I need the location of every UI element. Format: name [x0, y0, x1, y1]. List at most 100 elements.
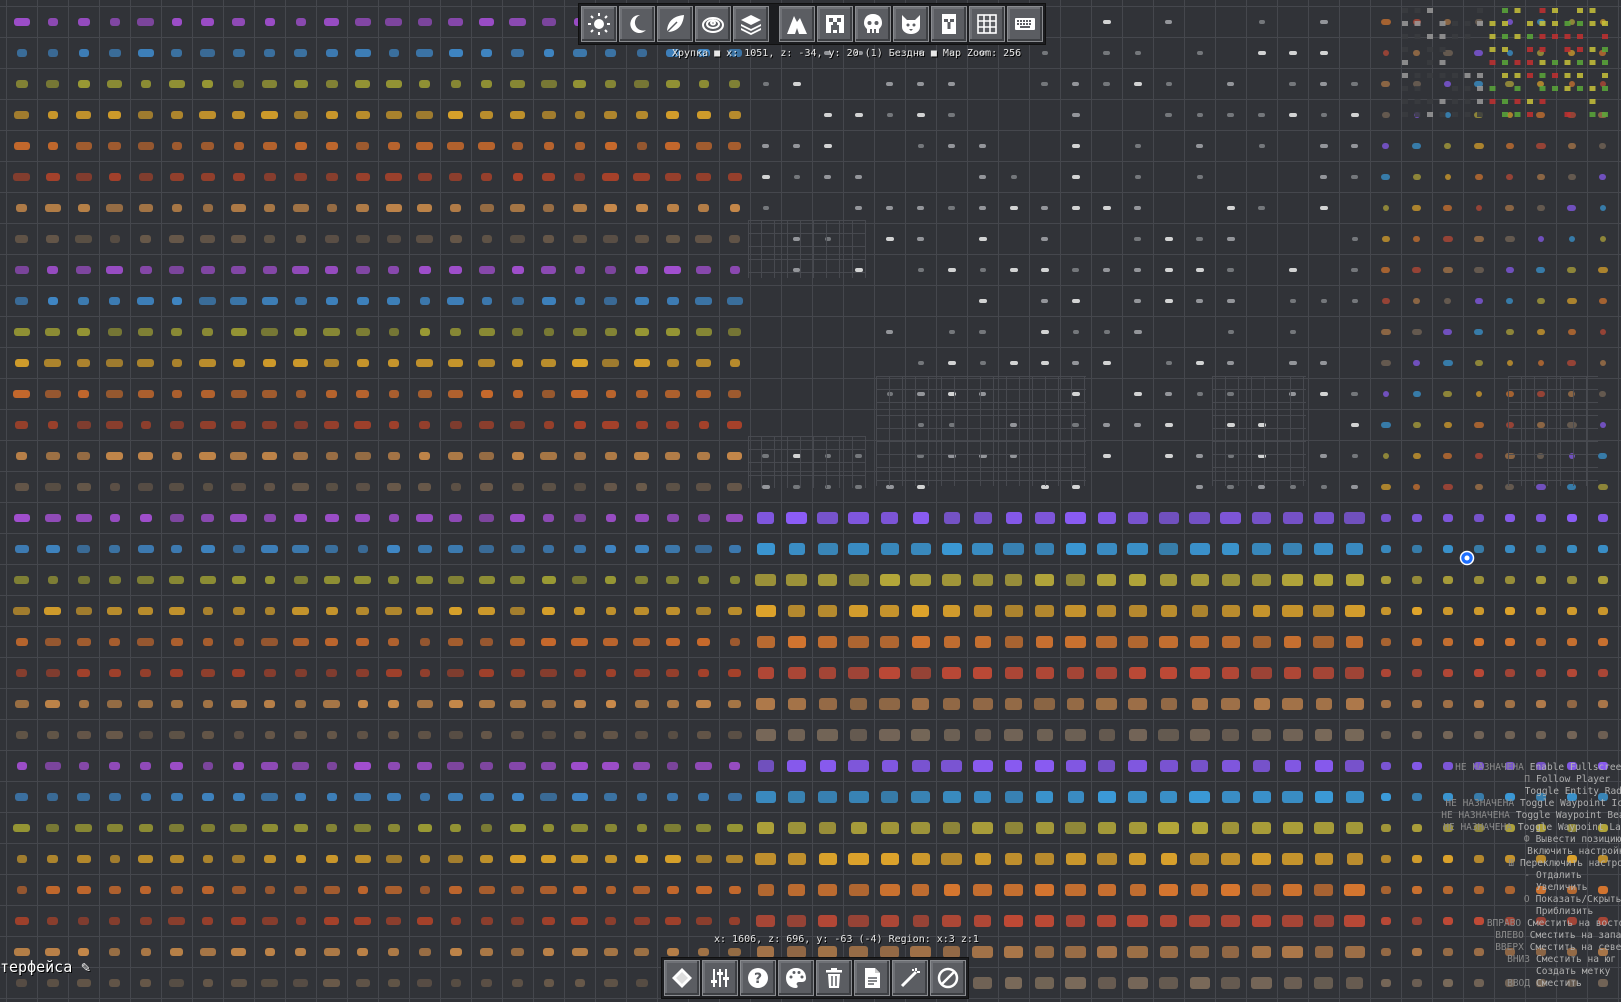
map-tile-icon	[294, 327, 307, 336]
players-mode-button[interactable]	[855, 6, 891, 42]
map-tile-icon	[354, 17, 371, 26]
map-tile-icon	[1475, 390, 1482, 397]
map-tile-icon	[77, 668, 90, 677]
map-tile-icon	[324, 358, 339, 367]
biome-mode-button[interactable]	[657, 6, 693, 42]
map-tile-icon	[78, 48, 89, 57]
map-tile-icon	[1067, 697, 1084, 710]
keybinds-toggle-button[interactable]	[1007, 6, 1043, 42]
map-tile-icon	[916, 112, 925, 117]
map-tile-icon	[1473, 637, 1484, 646]
theme-button[interactable]	[778, 960, 814, 996]
map-tile-icon	[1133, 391, 1142, 396]
delete-button[interactable]	[816, 960, 852, 996]
villagers-mode-button[interactable]	[931, 6, 967, 42]
svg-text:?: ?	[754, 971, 762, 987]
chunk-cell	[1402, 47, 1408, 52]
map-tile-icon	[138, 172, 153, 181]
map-tile-icon	[448, 637, 463, 646]
map-tile-icon	[511, 916, 524, 925]
map-tile-icon	[757, 945, 774, 958]
grid-toggle-button[interactable]	[969, 6, 1005, 42]
map-tile-icon	[697, 637, 710, 646]
map-tile-icon	[1097, 883, 1116, 896]
keybind-list: НЕ НАЗНАЧЕНА Enable Fullscreen П Follow Pla…	[1430, 762, 1621, 990]
map-tile-icon	[1382, 204, 1389, 211]
map-tile-icon	[948, 329, 955, 334]
map-tile-icon	[1411, 730, 1422, 739]
map-tile-icon	[1314, 790, 1333, 803]
keybind-row: НЕ НАЗНАЧЕНАToggle Waypoint Icons	[1430, 798, 1621, 810]
map-tile-icon	[1103, 267, 1110, 272]
waypoint-create-button[interactable]	[664, 960, 700, 996]
map-tile-icon	[665, 141, 680, 150]
map-tile-icon	[137, 296, 154, 305]
map-tile-icon	[293, 823, 308, 832]
map-tile-icon	[107, 79, 122, 88]
map-tile-icon	[385, 203, 402, 212]
map-tile-icon	[1220, 511, 1241, 524]
map-tile-icon	[541, 358, 556, 367]
map-tile-icon	[75, 141, 92, 150]
map-canvas[interactable]	[0, 0, 1621, 1002]
map-tile-icon	[233, 730, 244, 739]
day-mode-button[interactable]	[581, 6, 617, 42]
map-tile-icon	[295, 792, 306, 801]
map-tile-icon	[140, 420, 151, 429]
edit-button[interactable]	[892, 960, 928, 996]
map-tile-icon	[1412, 173, 1421, 180]
map-tile-icon	[1505, 266, 1514, 273]
map-tile-icon	[171, 451, 182, 460]
map-tile-icon	[1413, 483, 1420, 490]
moon-icon	[630, 14, 646, 33]
map-tile-icon	[1226, 236, 1235, 241]
map-tile-icon	[1473, 142, 1484, 149]
map-tile-icon	[1350, 112, 1359, 117]
layers-mode-button[interactable]	[733, 6, 769, 42]
map-tile-icon	[385, 606, 402, 615]
map-tile-icon	[232, 17, 245, 26]
map-tile-icon	[78, 761, 89, 770]
map-tile-icon	[417, 17, 432, 26]
map-tile-icon	[1222, 666, 1239, 679]
keybind-action: Toggle Waypoint Icons	[1520, 798, 1621, 809]
map-tile-icon	[14, 482, 29, 491]
map-tile-icon	[447, 575, 464, 584]
map-tile-icon	[818, 790, 837, 803]
map-tile-icon	[170, 792, 183, 801]
help-button[interactable]: ?	[740, 960, 776, 996]
map-tile-icon	[293, 110, 308, 119]
map-tile-icon	[137, 358, 154, 367]
chunk-cell	[1502, 21, 1508, 26]
map-tile-icon	[481, 978, 492, 987]
settings-button[interactable]	[702, 960, 738, 996]
map-tile-icon	[1443, 452, 1452, 459]
map-tile-icon	[941, 759, 962, 772]
map-tile-icon	[727, 482, 742, 491]
map-tile-icon	[140, 885, 151, 894]
pets-mode-button[interactable]	[893, 6, 929, 42]
chunk-cell	[1464, 21, 1471, 26]
map-tile-icon	[76, 978, 91, 987]
map-tile-icon	[16, 203, 27, 212]
chunk-cell	[1514, 34, 1521, 39]
map-tile-icon	[450, 916, 461, 925]
topo-mode-button[interactable]	[695, 6, 731, 42]
map-tile-icon	[573, 699, 586, 708]
chunk-cell	[1577, 8, 1583, 13]
map-tile-icon	[542, 172, 555, 181]
map-tile-icon	[44, 761, 61, 770]
map-tile-icon	[727, 606, 742, 615]
night-mode-button[interactable]	[619, 6, 655, 42]
map-tile-icon	[479, 203, 494, 212]
keybind-row: ВПРАВО Сместить на восток	[1430, 918, 1621, 930]
export-button[interactable]	[854, 960, 890, 996]
disabled-icon	[937, 967, 959, 989]
map-tile-icon	[1072, 267, 1079, 272]
disable-button[interactable]	[930, 960, 966, 996]
mobs-mode-button[interactable]	[817, 6, 853, 42]
keybind-row: ВНИЗ Сместить на юг	[1430, 954, 1621, 966]
caves-mode-button[interactable]	[779, 6, 815, 42]
waypoint-marker-icon[interactable]	[1459, 550, 1475, 566]
map-tile-icon	[323, 699, 340, 708]
